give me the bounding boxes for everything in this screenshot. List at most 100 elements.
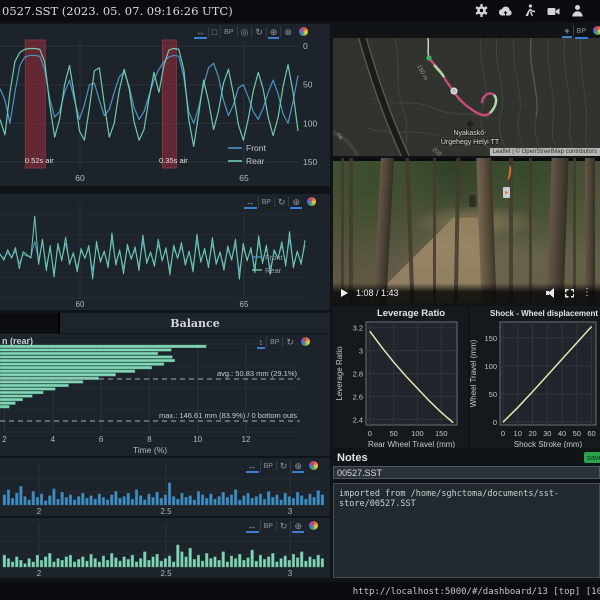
rider-setup-icon[interactable] [523,4,536,17]
histogram-bar [275,494,279,506]
x-pan-tool-icon[interactable] [245,461,260,473]
histogram-bar [316,490,320,506]
histogram-bar [126,559,130,568]
user-icon[interactable] [571,4,584,17]
hover-tool-icon[interactable] [288,196,303,209]
svg-text:100: 100 [303,118,317,128]
histogram-bar [73,561,77,568]
svg-text:30: 30 [543,429,551,438]
svg-text:50: 50 [389,429,397,438]
position-marker[interactable] [450,87,458,95]
histogram-bar [97,561,101,568]
play-icon[interactable] [341,289,348,297]
histogram-bar [0,405,10,409]
reset-tool-icon[interactable] [275,520,291,531]
dashboard-app: 0527.SST (2023. 05. 07. 09:16:26 UTC) 0.… [0,0,600,600]
cloud-upload-icon[interactable] [498,4,512,17]
x-pan-tool-icon[interactable] [245,521,260,533]
svg-text:3.2: 3.2 [353,324,363,333]
hover-tool-icon[interactable] [290,520,305,533]
shock-wheel-chart[interactable]: 0 10 20 30 40 50 60 150 100 50 0 Shock - Wheel disp… [469,306,600,449]
bp-tool-icon[interactable] [220,25,236,38]
map-attribution[interactable]: Leaflet | © OpenStreetMap contributors [489,148,600,156]
tree-icon [466,120,474,128]
reset-tool-icon[interactable] [251,26,266,37]
svg-text:Front: Front [265,253,283,262]
histogram-bar [23,496,27,506]
histogram-bar [283,492,287,506]
logo-tool-icon[interactable] [309,461,318,470]
y-pan-tool-icon[interactable] [256,337,267,349]
volume-icon[interactable] [546,288,557,298]
histogram-bar [291,554,296,568]
pan-tool-icon[interactable] [561,26,572,38]
histogram-bar [6,558,11,568]
histogram-bar [209,493,213,506]
reset-tool-icon[interactable] [275,460,291,471]
video-camera-icon[interactable] [547,4,560,17]
save-tool-icon[interactable] [280,26,295,37]
histogram-bar [192,559,196,568]
bp-tool-icon[interactable] [572,24,589,39]
settings-icon[interactable] [475,4,488,17]
travel-histogram-toolbar [256,335,310,349]
tab-balance[interactable]: Balance [60,313,330,333]
histogram-bar [312,559,316,568]
histogram-bar [176,544,180,568]
wheel-zoom-tool-icon[interactable] [236,26,252,37]
notes-textarea[interactable]: imported from /home/sghctoma/documents/s… [333,483,600,578]
x-pan-tool-icon[interactable] [243,197,258,209]
histogram-bar [101,497,106,506]
histogram-bar [155,492,159,506]
histogram-bar [176,498,180,506]
histogram-bar [73,499,77,506]
video-timestamp: 1:08 / 1:43 [356,288,399,298]
travel-histogram-panel: n (rear) avg.: 50.83 mm (29.1%) max.: 146… [0,334,330,456]
histogram-bar [209,558,213,568]
fullscreen-icon[interactable] [565,288,574,298]
svg-text:50: 50 [573,429,581,438]
svg-text:2.4: 2.4 [353,415,363,424]
logo-tool-icon[interactable] [593,26,600,35]
reset-tool-icon[interactable] [282,336,297,347]
hover-tool-icon[interactable] [265,26,281,39]
travel-chart-panel: 0.52s air 0.35s air 0 50 100 150 60 65 Front Rear [0,24,330,186]
histogram-bar [163,494,167,506]
hover-tool-icon[interactable] [290,460,305,473]
box-zoom-tool-icon[interactable] [207,26,220,37]
histogram-bar [64,556,68,568]
histogram-bar [52,561,56,568]
histogram-bar [77,496,81,506]
bp-tool-icon[interactable] [257,195,274,208]
travel-chart[interactable]: 0.52s air 0.35s air 0 50 100 150 60 65 Front Rear [0,24,330,186]
video-frame [333,158,600,303]
session-name-input[interactable] [333,466,600,479]
histogram-bar [167,555,172,568]
video-panel[interactable]: 1:08 / 1:43 ⋮ [333,158,600,303]
bp-tool-icon[interactable] [259,459,276,472]
histogram-bar [64,497,68,506]
reset-tool-icon[interactable] [273,196,289,207]
save-button[interactable]: save [584,452,600,463]
velocity-chart[interactable]: 60 65 Front Rear [0,194,330,310]
histogram-bar [48,495,52,506]
svg-text:avg.: 50.83 mm (29.1%): avg.: 50.83 mm (29.1%) [217,369,298,378]
track-map[interactable]: Nyakaskő- Ürgehegy Helyi TT 150 m 200 m … [333,38,600,156]
histogram-bar [31,561,35,568]
travel-histogram-chart[interactable]: avg.: 50.83 mm (29.1%) max.: 146.61 mm (8… [0,334,330,456]
tab-left-cut[interactable] [0,313,60,333]
x-pan-tool-icon[interactable] [193,27,208,39]
logo-tool-icon[interactable] [309,521,318,530]
logo-tool-icon[interactable] [299,27,308,36]
kebab-menu-icon[interactable]: ⋮ [582,288,592,298]
histogram-bar [213,498,217,506]
histogram-bar [221,492,225,506]
leverage-ratio-chart[interactable]: 0 50 100 150 3.2 3 2.8 2.6 2.4 Leverage Ratio Rear… [333,306,468,449]
histogram-bar [143,551,147,568]
top-bar-icons [475,4,584,17]
logo-tool-icon[interactable] [301,337,310,346]
bp-tool-icon[interactable] [266,335,282,348]
histogram-bar [114,491,118,506]
logo-tool-icon[interactable] [307,197,316,206]
bp-tool-icon[interactable] [259,519,276,532]
